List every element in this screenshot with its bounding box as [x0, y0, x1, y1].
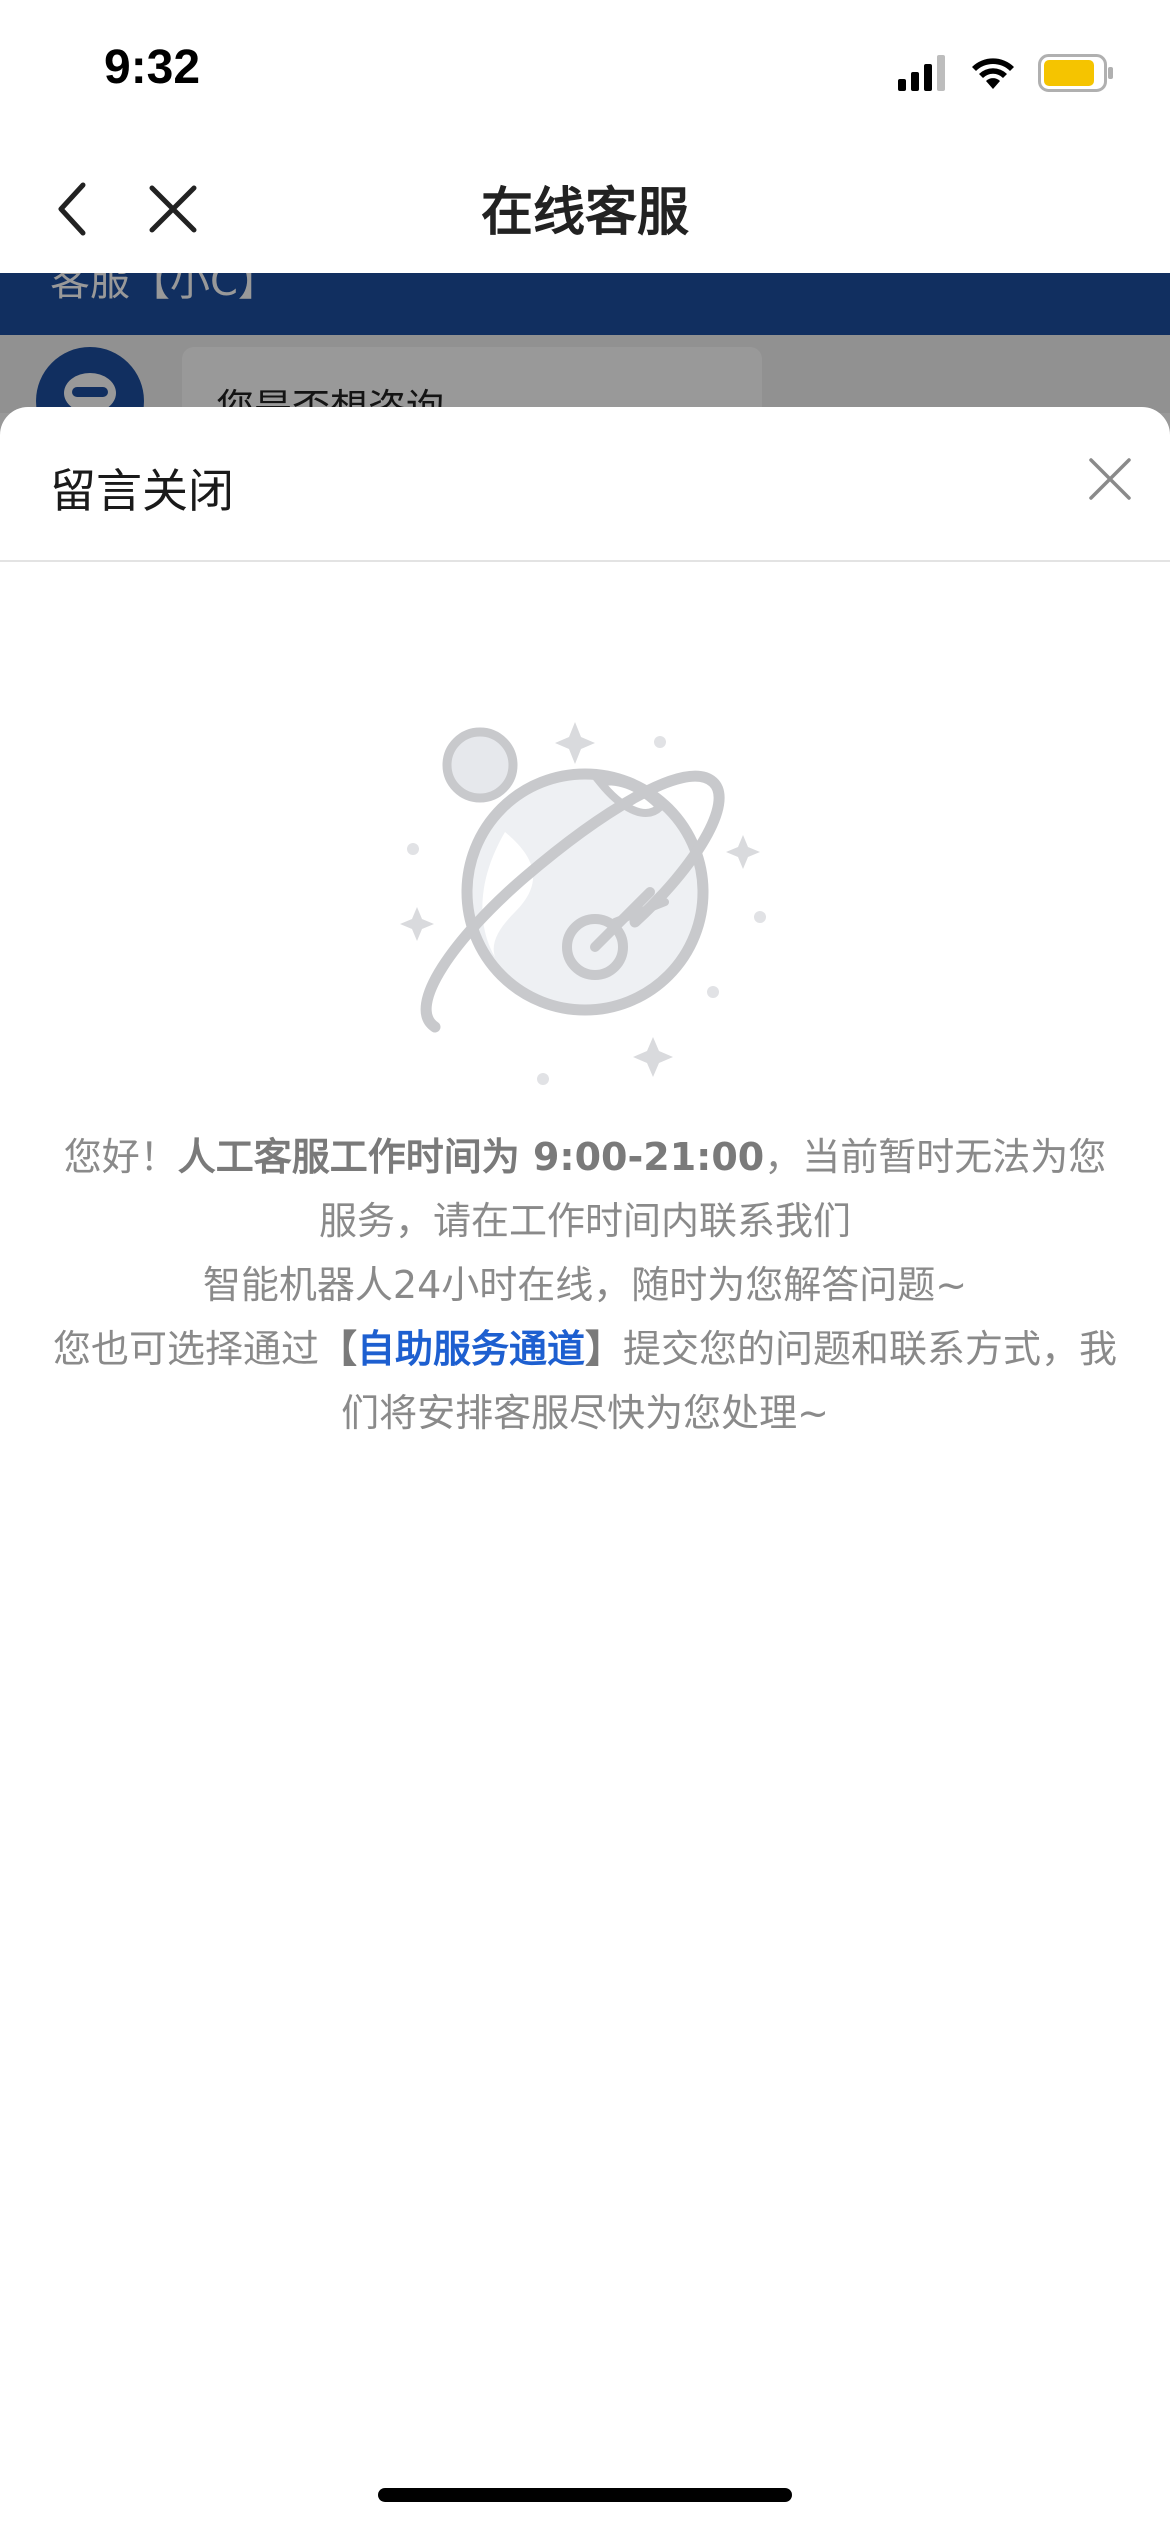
page-title: 在线客服 [480, 183, 689, 243]
close-icon [1089, 458, 1131, 500]
bracket-close: 】 [585, 1327, 624, 1371]
bracket-open: 【 [318, 1327, 357, 1371]
message-line-3: 您也可选择通过【自助服务通道】提交您的问题和联系方式，我们将安排客服尽快为您处理… [50, 1317, 1120, 1445]
message-line-1: 您好！人工客服工作时间为 9:00-21:00，当前暂时无法为您服务，请在工作时… [50, 1125, 1120, 1253]
message-line-2: 智能机器人24小时在线，随时为您解答问题~ [202, 1263, 968, 1307]
status-icons [898, 50, 1114, 100]
sheet-title: 留言关闭 [50, 464, 234, 518]
sheet-header: 留言关闭 [0, 407, 1170, 562]
cellular-signal-icon [898, 55, 948, 95]
sheet-close-button[interactable] [1080, 449, 1140, 509]
battery-icon [1038, 54, 1114, 96]
greeting-text: 您好！ [63, 1135, 178, 1179]
nav-bar: 在线客服 [0, 150, 1170, 273]
self-service-link[interactable]: 自助服务通道 [357, 1327, 585, 1371]
service-hours-message: 您好！人工客服工作时间为 9:00-21:00，当前暂时无法为您服务，请在工作时… [50, 1125, 1120, 1445]
home-indicator[interactable] [378, 2488, 792, 2502]
status-bar: 9:32 [0, 0, 1170, 150]
service-hours-text: 人工客服工作时间为 9:00-21:00 [177, 1135, 765, 1179]
status-time: 9:32 [104, 41, 201, 94]
wifi-icon [970, 55, 1016, 95]
globe-illustration-icon [395, 707, 775, 1087]
message-closed-sheet: 留言关闭 您好！人工客服工作时间为 9:00-21:00，当前暂时无法为您服务，… [0, 407, 1170, 2532]
self-service-prefix: 您也可选择通过 [52, 1327, 319, 1371]
